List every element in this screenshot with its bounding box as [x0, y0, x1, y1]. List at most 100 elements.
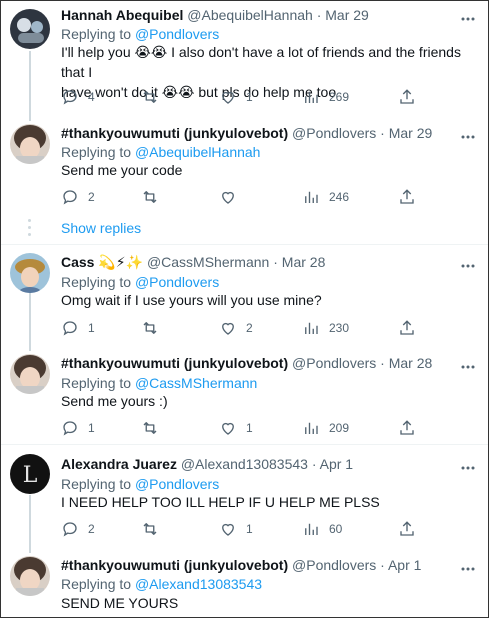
replying-to: Replying to @CassMShermann	[61, 375, 257, 391]
reply-button[interactable]: 2	[61, 187, 95, 207]
action-bar: 1 1 209	[61, 418, 450, 438]
mention-link[interactable]: @CassMShermann	[135, 375, 257, 391]
thread-gap-indicator	[28, 219, 31, 240]
timestamp[interactable]: Apr 1	[320, 456, 353, 472]
replying-to-label: Replying to	[61, 144, 132, 160]
display-name[interactable]: #thankyouwumuti (junkyulovebot)	[61, 355, 288, 371]
tweet-header: Cass 💫⚡✨ @CassMShermann · Mar 28	[61, 254, 450, 271]
svg-text:L: L	[23, 463, 38, 488]
display-name[interactable]: Hannah Abequibel	[61, 7, 183, 23]
mention-link[interactable]: @Alexand13083543	[135, 576, 262, 592]
like-count: 1	[246, 90, 253, 104]
avatar[interactable]	[10, 556, 50, 596]
retweet-button[interactable]	[141, 87, 159, 107]
thread-connector	[29, 293, 31, 351]
views-button[interactable]: 246	[302, 187, 349, 207]
tweet-header: #thankyouwumuti (junkyulovebot) @Pondlov…	[61, 125, 450, 141]
views-button[interactable]: 230	[302, 318, 349, 338]
more-icon[interactable]	[460, 131, 476, 143]
replying-to-label: Replying to	[61, 274, 132, 290]
share-button[interactable]	[398, 418, 416, 438]
avatar[interactable]	[10, 354, 50, 394]
retweet-icon	[143, 191, 157, 203]
like-button[interactable]	[219, 187, 237, 207]
replying-to-label: Replying to	[61, 476, 132, 492]
replying-to: Replying to @AbequibelHannah	[61, 144, 260, 160]
username[interactable]: @Pondlovers	[292, 355, 376, 371]
timestamp[interactable]: Mar 29	[325, 7, 369, 23]
display-name[interactable]: Alexandra Juarez	[61, 456, 177, 472]
retweet-button[interactable]	[141, 519, 159, 539]
like-button[interactable]: 1	[219, 87, 253, 107]
timestamp[interactable]: Mar 28	[389, 355, 433, 371]
view-count: 60	[329, 522, 343, 536]
avatar[interactable]: L	[10, 454, 50, 494]
reply-button[interactable]: 4	[61, 87, 95, 107]
views-button[interactable]: 269	[302, 87, 349, 107]
reply-button[interactable]: 2	[61, 519, 95, 539]
username[interactable]: @Alexand13083543	[181, 456, 308, 472]
tweet-text: SEND ME YOURS	[61, 593, 470, 613]
show-replies-link[interactable]: Show replies	[61, 220, 141, 236]
more-icon[interactable]	[460, 361, 476, 373]
reply-button[interactable]: 1	[61, 318, 95, 338]
share-button[interactable]	[398, 187, 416, 207]
timestamp[interactable]: Mar 28	[282, 254, 326, 270]
replying-to-label: Replying to	[61, 26, 132, 42]
mention-link[interactable]: @Pondlovers	[135, 476, 219, 492]
reply-count: 4	[88, 90, 95, 104]
username[interactable]: @CassMShermann	[147, 254, 269, 270]
display-name[interactable]: Cass 💫⚡✨	[61, 254, 143, 270]
share-button[interactable]	[398, 318, 416, 338]
heart-icon	[222, 91, 234, 104]
username[interactable]: @Pondlovers	[292, 125, 376, 141]
more-icon[interactable]	[460, 462, 476, 474]
reply-icon	[63, 421, 77, 436]
like-count: 2	[246, 321, 253, 335]
avatar[interactable]	[10, 253, 50, 293]
heart-icon	[222, 322, 234, 335]
share-button[interactable]	[398, 87, 416, 107]
replying-to: Replying to @Pondlovers	[61, 274, 219, 290]
views-button[interactable]: 209	[302, 418, 349, 438]
view-count: 209	[329, 421, 350, 435]
more-icon[interactable]	[460, 13, 476, 25]
username[interactable]: @AbequibelHannah	[187, 7, 313, 23]
view-count: 230	[329, 321, 350, 335]
heart-icon	[222, 422, 234, 435]
reply-button[interactable]: 1	[61, 418, 95, 438]
share-button[interactable]	[398, 519, 416, 539]
retweet-button[interactable]	[141, 318, 159, 338]
avatar[interactable]	[10, 9, 50, 49]
separator: ·	[380, 355, 385, 371]
retweet-button[interactable]	[141, 418, 159, 438]
separator: ·	[380, 557, 385, 573]
tweet-text: Send me your code	[61, 160, 470, 180]
replying-to-label: Replying to	[61, 375, 132, 391]
share-icon	[400, 320, 414, 335]
display-name[interactable]: #thankyouwumuti (junkyulovebot)	[61, 557, 288, 573]
more-icon[interactable]	[460, 260, 476, 272]
avatar[interactable]	[10, 124, 50, 164]
more-icon[interactable]	[460, 563, 476, 575]
views-chart-icon	[305, 523, 318, 535]
username[interactable]: @Pondlovers	[292, 557, 376, 573]
thread-connector	[29, 495, 31, 553]
share-icon	[400, 189, 414, 204]
like-button[interactable]: 1	[219, 418, 253, 438]
mention-link[interactable]: @Pondlovers	[135, 274, 219, 290]
tweet-text: I NEED HELP TOO ILL HELP IF U HELP ME PL…	[61, 492, 470, 512]
timestamp[interactable]: Mar 29	[389, 125, 433, 141]
retweet-button[interactable]	[141, 187, 159, 207]
mention-link[interactable]: @AbequibelHannah	[135, 144, 261, 160]
views-button[interactable]: 60	[302, 519, 342, 539]
like-button[interactable]: 2	[219, 318, 253, 338]
display-name[interactable]: #thankyouwumuti (junkyulovebot)	[61, 125, 288, 141]
replying-to: Replying to @Pondlovers	[61, 26, 219, 42]
like-button[interactable]: 1	[219, 519, 253, 539]
view-count: 246	[329, 190, 350, 204]
tweet-header: #thankyouwumuti (junkyulovebot) @Pondlov…	[61, 557, 450, 573]
timestamp[interactable]: Apr 1	[388, 557, 421, 573]
separator: ·	[273, 254, 278, 270]
mention-link[interactable]: @Pondlovers	[135, 26, 219, 42]
